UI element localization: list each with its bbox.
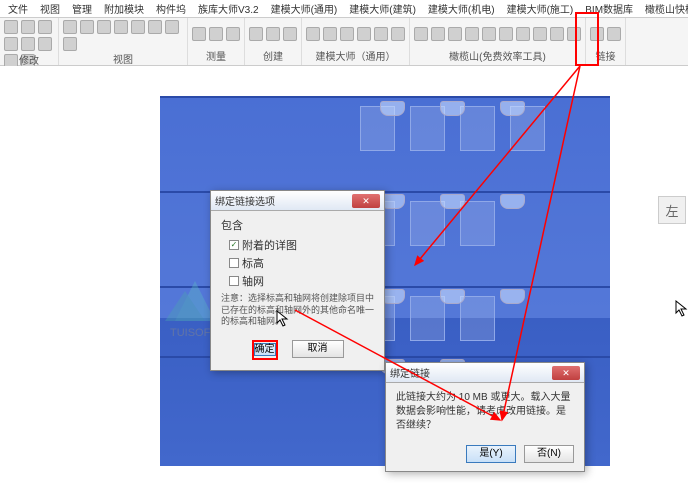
ribbon-group-label: 修改 (19, 52, 39, 67)
toolbar-icon[interactable] (226, 27, 240, 41)
ribbon-tab[interactable]: 建模大师(施工) (501, 0, 580, 18)
toolbar-icon[interactable] (340, 27, 354, 41)
toolbar-icon[interactable] (4, 37, 18, 51)
toolbar-icon[interactable] (63, 20, 77, 34)
ribbon-tab[interactable]: 构件坞 (150, 0, 192, 18)
link-button-highlight (575, 12, 599, 66)
ribbon-group-label: 橄榄山(免费效率工具) (449, 48, 546, 63)
toolbar-icon[interactable] (550, 27, 564, 41)
toolbar-icon[interactable] (114, 20, 128, 34)
dialog-title: 绑定链接 (390, 365, 430, 380)
yes-button[interactable]: 是(Y) (466, 445, 516, 463)
include-group-label: 包含 (221, 217, 374, 233)
ribbon-tab[interactable]: 建模大师(通用) (265, 0, 344, 18)
toolbar-icon[interactable] (209, 27, 223, 41)
toolbar-icon[interactable] (465, 27, 479, 41)
ribbon-tab[interactable]: 视图 (34, 0, 66, 18)
checkbox-attached-detail[interactable]: ✓ (229, 240, 239, 250)
toolbar-icon[interactable] (499, 27, 513, 41)
checkbox-label: 附着的详图 (242, 237, 297, 253)
view-cube[interactable]: 左 (658, 196, 686, 224)
toolbar-icon[interactable] (357, 27, 371, 41)
dialog-title: 绑定链接选项 (215, 193, 275, 208)
toolbar-icon[interactable] (533, 27, 547, 41)
toolbar-icon[interactable] (249, 27, 263, 41)
toolbar-icon[interactable] (192, 27, 206, 41)
ribbon-tab[interactable]: 橄榄山快模-免费版 (639, 0, 688, 18)
toolbar-icon[interactable] (97, 20, 111, 34)
checkbox-grids[interactable] (229, 276, 239, 286)
ribbon-tab[interactable]: 附加模块 (98, 0, 150, 18)
ribbon-tab[interactable]: 管理 (66, 0, 98, 18)
toolbar-icon[interactable] (306, 27, 320, 41)
ribbon-group: 测量 (188, 18, 245, 65)
toolbar-icon[interactable] (38, 37, 52, 51)
ok-button[interactable]: 确定 (254, 343, 276, 356)
toolbar-icon[interactable] (80, 20, 94, 34)
bind-link-confirm-dialog: 绑定链接 ✕ 此链接大约为 10 MB 或更大。载入大量数据会影响性能，请考虑改… (385, 362, 585, 472)
dialog-titlebar[interactable]: 绑定链接选项 ✕ (211, 191, 384, 211)
toolbar-icon[interactable] (21, 20, 35, 34)
toolbar-icon[interactable] (323, 27, 337, 41)
toolbar-icon[interactable] (131, 20, 145, 34)
cursor-icon (276, 310, 290, 328)
toolbar-icon[interactable] (482, 27, 496, 41)
ribbon-tab[interactable]: 族库大师V3.2 (192, 0, 265, 18)
ribbon-group: 修改 (0, 18, 59, 65)
toolbar-icon[interactable] (266, 27, 280, 41)
toolbar-icon[interactable] (431, 27, 445, 41)
checkbox-levels[interactable] (229, 258, 239, 268)
dialog-titlebar[interactable]: 绑定链接 ✕ (386, 363, 584, 383)
toolbar-icon[interactable] (283, 27, 297, 41)
close-icon[interactable]: ✕ (552, 366, 580, 380)
ribbon-group: 建模大师（通用） (302, 18, 410, 65)
ribbon-tab[interactable]: 建模大师(建筑) (343, 0, 422, 18)
ribbon-group-label: 建模大师（通用） (316, 48, 396, 63)
ribbon-group: 橄榄山(免费效率工具) (410, 18, 586, 65)
ribbon-group-label: 视图 (113, 51, 133, 66)
ribbon-tab[interactable]: 建模大师(机电) (422, 0, 501, 18)
no-button[interactable]: 否(N) (524, 445, 574, 463)
toolbar-icon[interactable] (21, 37, 35, 51)
toolbar-icon[interactable] (391, 27, 405, 41)
dialog-message: 此链接大约为 10 MB 或更大。载入大量数据会影响性能，请考虑改用链接。是否继… (386, 383, 584, 441)
toolbar-icon[interactable] (4, 20, 18, 34)
cursor-icon (675, 300, 688, 318)
toolbar-icon[interactable] (374, 27, 388, 41)
ribbon-group-label: 创建 (263, 48, 283, 63)
close-icon[interactable]: ✕ (352, 194, 380, 208)
checkbox-label: 轴网 (242, 273, 264, 289)
bind-link-options-dialog: 绑定链接选项 ✕ 包含 ✓附着的详图 标高 轴网 注意：选择标高和轴网将创建除项… (210, 190, 385, 371)
ribbon-tab[interactable]: 文件 (2, 0, 34, 18)
toolbar-icon[interactable] (148, 20, 162, 34)
cancel-button[interactable]: 取消 (292, 340, 344, 358)
toolbar-icon[interactable] (607, 27, 621, 41)
note-text: 注意：选择标高和轴网将创建除项目中已存在的标高和轴网外的其他命名唯一的标高和轴网… (221, 293, 374, 328)
toolbar-icon[interactable] (165, 20, 179, 34)
ribbon-group: 视图 (59, 18, 188, 65)
toolbar-icon[interactable] (516, 27, 530, 41)
toolbar-icon[interactable] (448, 27, 462, 41)
ribbon-group-label: 测量 (206, 48, 226, 63)
ribbon-group: 创建 (245, 18, 302, 65)
checkbox-label: 标高 (242, 255, 264, 271)
toolbar-icon[interactable] (414, 27, 428, 41)
toolbar-icon[interactable] (63, 37, 77, 51)
ok-button-highlight: 确定 (252, 340, 278, 360)
toolbar-icon[interactable] (38, 20, 52, 34)
